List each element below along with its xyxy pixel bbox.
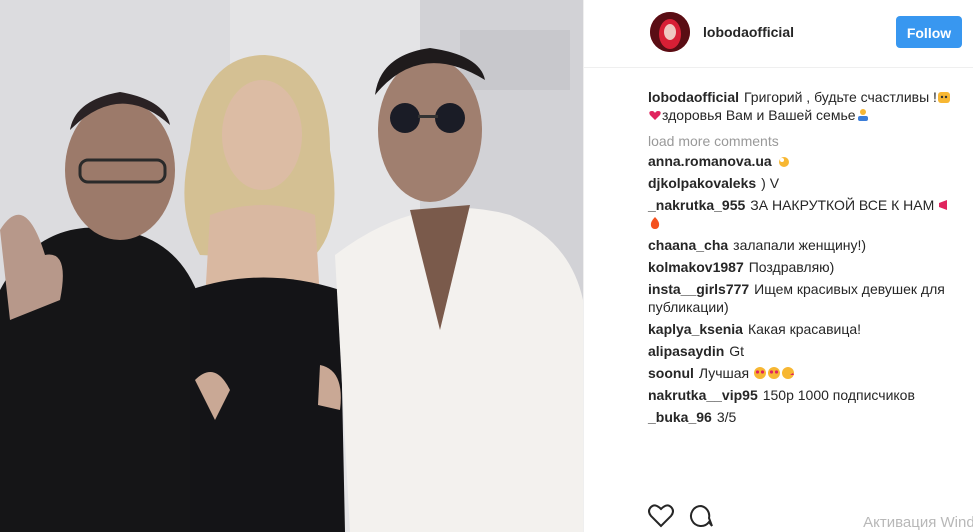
comment-username[interactable]: kolmakov1987: [648, 259, 744, 275]
comment: chaana_cha залапали женщину!): [648, 236, 958, 254]
comment-text: Какая красавица!: [747, 321, 862, 337]
heart-eyes-emoji-icon: [768, 367, 781, 379]
comment-username[interactable]: insta__girls777: [648, 281, 749, 297]
comment: alipasaydin Gt: [648, 342, 958, 360]
comment-username[interactable]: soonul: [648, 365, 694, 381]
heart-emoji-icon: [649, 111, 661, 120]
megaphone-emoji-icon: [939, 200, 948, 210]
comment-username[interactable]: _buka_96: [648, 409, 712, 425]
comments-list: lobodaofficial Григорий , будьте счастлив…: [648, 88, 958, 430]
header-username[interactable]: lobodaofficial: [703, 24, 794, 40]
comment: djkolpakovaleks ) V: [648, 174, 958, 192]
caption: lobodaofficial Григорий , будьте счастлив…: [648, 88, 958, 124]
comment: kolmakov1987 Поздравляю): [648, 258, 958, 276]
post-header: lobodaofficial Follow: [584, 0, 973, 68]
comment-username[interactable]: kaplya_ksenia: [648, 321, 743, 337]
heart-icon[interactable]: [648, 504, 674, 528]
comment: nakrutka__vip95 150р 1000 подписчиков: [648, 386, 958, 404]
comment-username[interactable]: anna.romanova.ua: [648, 153, 772, 169]
comment-username[interactable]: _nakrutka_955: [648, 197, 745, 213]
comment-icon[interactable]: [688, 504, 714, 528]
comment: _buka_96 3/5: [648, 408, 958, 426]
fire-emoji-icon: [650, 217, 660, 229]
post-sidebar: lobodaofficial Follow lobodaofficial Григ…: [583, 0, 973, 532]
comment-text: 150р 1000 подписчиков: [762, 387, 915, 403]
comment: _nakrutka_955 ЗА НАКРУТКОЙ ВСЕ К НАМ: [648, 196, 958, 232]
caption-text: Григорий , будьте счастливы !: [744, 89, 937, 105]
comment-username[interactable]: alipasaydin: [648, 343, 724, 359]
ok-hand-emoji-icon: [778, 157, 789, 167]
heart-eyes-emoji-icon: [754, 367, 767, 379]
comment-text: залапали женщину!): [733, 237, 867, 253]
emoji-icon: [937, 92, 950, 103]
load-more-comments[interactable]: load more comments: [648, 132, 958, 150]
comment: soonul Лучшая: [648, 364, 958, 382]
windows-activation-watermark: Активация Windo: [863, 514, 973, 531]
comment-text: Gt: [729, 343, 745, 359]
comment: insta__girls777 Ищем красивых девушек для…: [648, 280, 958, 316]
kiss-emoji-icon: [782, 367, 795, 379]
post-photo[interactable]: [0, 0, 583, 532]
follow-button[interactable]: Follow: [896, 16, 962, 48]
caption-text-2: здоровья Вам и Вашей семье: [662, 107, 856, 123]
comment-text: Лучшая: [698, 365, 750, 381]
comment-username[interactable]: djkolpakovaleks: [648, 175, 756, 191]
comment-username[interactable]: chaana_cha: [648, 237, 728, 253]
comment: anna.romanova.ua: [648, 152, 958, 170]
avatar-image: [650, 12, 690, 52]
comment-text: ) V: [761, 175, 780, 191]
avatar[interactable]: [650, 12, 690, 52]
comment-username[interactable]: nakrutka__vip95: [648, 387, 758, 403]
comment-text: ЗА НАКРУТКОЙ ВСЕ К НАМ: [750, 197, 935, 213]
post-photo-image: [0, 0, 583, 532]
caption-username[interactable]: lobodaofficial: [648, 89, 739, 105]
comment: kaplya_ksenia Какая красавица!: [648, 320, 958, 338]
comment-text: 3/5: [716, 409, 737, 425]
comment-text: Поздравляю): [748, 259, 835, 275]
family-emoji-icon: [857, 109, 868, 121]
